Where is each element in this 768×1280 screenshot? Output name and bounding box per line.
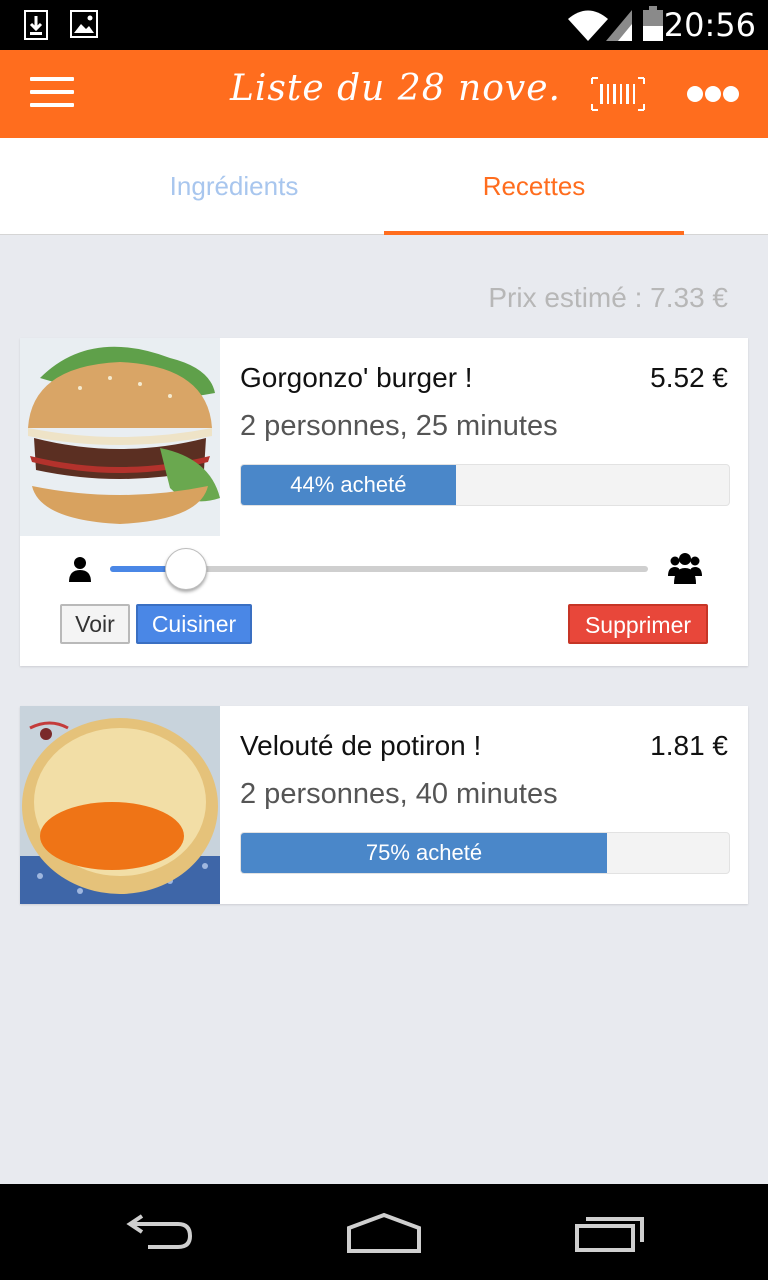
active-tab-indicator: [384, 231, 684, 235]
purchase-progress-bar: 75% acheté: [240, 832, 730, 874]
recipe-image-soup: [20, 706, 220, 904]
recipe-card[interactable]: Velouté de potiron ! 1.81 € 2 personnes,…: [20, 706, 748, 904]
cook-button[interactable]: Cuisiner: [136, 604, 252, 644]
recipe-name: Velouté de potiron !: [240, 730, 482, 761]
progress-label: 44% acheté: [290, 472, 407, 497]
recipe-price: 1.81 €: [650, 730, 728, 761]
recipe-card[interactable]: Gorgonzo' burger ! 5.52 € 2 personnes, 2…: [20, 338, 748, 666]
image-icon: [70, 10, 98, 38]
delete-button[interactable]: Supprimer: [568, 604, 708, 644]
slider-thumb[interactable]: [165, 548, 208, 590]
purchase-progress-bar: 44% acheté: [240, 464, 730, 506]
back-icon[interactable]: [126, 1214, 194, 1250]
tab-bar: Ingrédients Recettes: [0, 138, 768, 235]
battery-icon: [643, 6, 663, 41]
group-icon: [668, 553, 702, 584]
tab-recettes[interactable]: Recettes: [384, 138, 684, 234]
estimated-price: Prix estimé : 7.33 €: [488, 282, 728, 313]
navigation-bar: [0, 1184, 768, 1280]
view-button[interactable]: Voir: [60, 604, 130, 644]
progress-label: 75% acheté: [365, 840, 483, 865]
menu-icon[interactable]: [30, 77, 74, 111]
home-icon[interactable]: [346, 1212, 422, 1254]
status-bar: 20:56: [0, 0, 768, 50]
download-icon: [24, 10, 48, 40]
recipe-name: Gorgonzo' burger !: [240, 362, 473, 393]
recipe-meta: 2 personnes, 40 minutes: [240, 778, 558, 810]
person-icon: [69, 557, 91, 582]
signal-icon: [606, 10, 632, 41]
recipe-price: 5.52 €: [650, 362, 728, 393]
recipe-image-burger: [20, 338, 220, 536]
recent-apps-icon[interactable]: [574, 1214, 646, 1254]
more-icon[interactable]: [686, 84, 740, 104]
recipe-meta: 2 personnes, 25 minutes: [240, 410, 558, 442]
barcode-icon[interactable]: [590, 76, 646, 112]
clock: 20:56: [663, 6, 756, 44]
page-title: Liste du 28 nove.: [230, 68, 561, 109]
app-bar: Liste du 28 nove.: [0, 50, 768, 138]
tab-ingredients[interactable]: Ingrédients: [84, 138, 384, 234]
